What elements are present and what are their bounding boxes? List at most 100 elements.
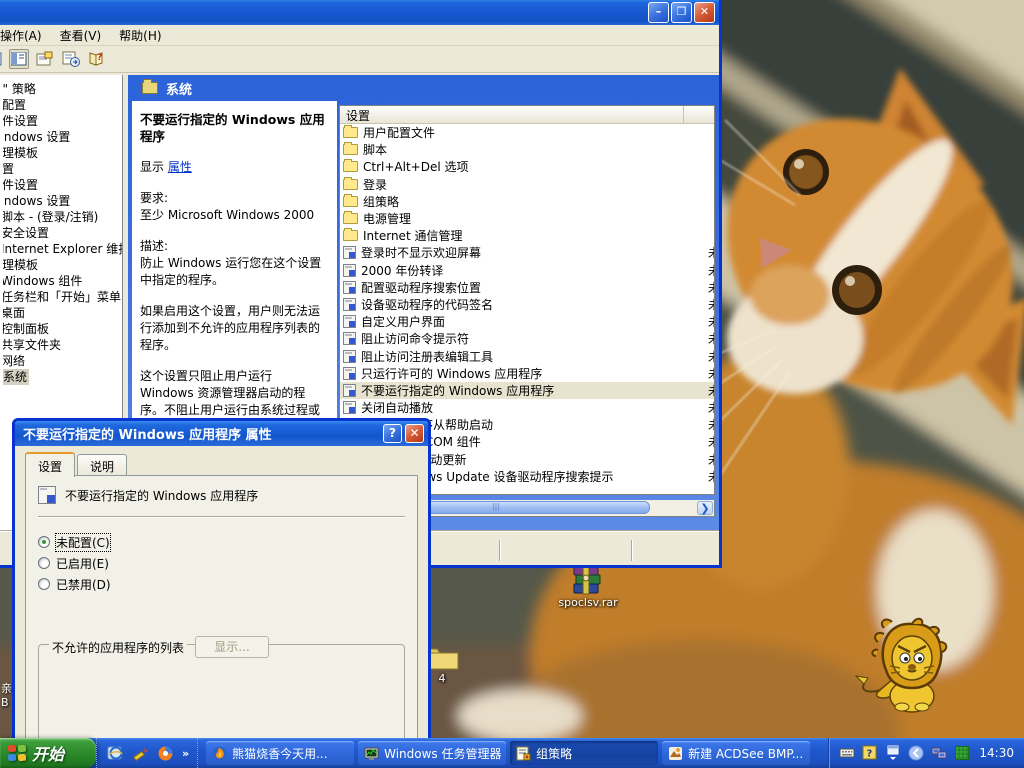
tree-item-system[interactable]: 系统 <box>3 369 122 385</box>
tab-settings[interactable]: 设置 <box>25 452 76 477</box>
task-button-browser[interactable]: 熊猫烧香今天用... <box>206 741 355 765</box>
selected-policy-title: 不要运行指定的 Windows 应用程序 <box>140 112 325 144</box>
tree-item-desktop[interactable]: 桌面 <box>3 305 122 321</box>
tree-item-taskbar-startmenu[interactable]: 任务栏和「开始」菜单 <box>3 289 122 305</box>
help-icon[interactable]: ? <box>87 49 107 69</box>
window-titlebar[interactable]: – ❐ ✕ <box>0 0 719 25</box>
group-policy-icon <box>516 746 531 760</box>
desktop-icon-spoclsv-rar[interactable]: spoclsv.rar <box>548 562 628 609</box>
folder-icon <box>343 125 358 139</box>
list-item[interactable]: 组策略 <box>340 193 714 210</box>
tree-item-ie-maintenance[interactable]: Internet Explorer 维护 <box>3 241 122 257</box>
task-button-task-manager[interactable]: Windows 任务管理器 <box>358 741 507 765</box>
properties-link[interactable]: 属性 <box>168 160 192 174</box>
list-item[interactable]: Internet 通信管理 <box>340 227 714 244</box>
green-app-tray-icon[interactable] <box>954 745 970 761</box>
column-header-setting[interactable]: 设置 <box>340 106 684 123</box>
list-item[interactable]: 设备驱动程序的代码签名未配置 <box>340 296 714 313</box>
dialog-close-button[interactable]: ✕ <box>405 424 424 443</box>
show-console-tree-icon[interactable] <box>9 49 29 69</box>
tree-item-computer-config[interactable]: 计算机配置 <box>3 97 122 113</box>
menu-action[interactable]: 操作(A) <box>0 25 51 46</box>
list-item[interactable]: 登录 <box>340 176 714 193</box>
radio-icon[interactable] <box>38 557 50 569</box>
brush-tool-icon[interactable] <box>132 745 149 762</box>
acdsee-icon <box>669 746 683 760</box>
requirements-label: 要求: <box>140 191 169 205</box>
task-button-acdsee-bmp[interactable]: 新建 ACDSee BMP... <box>662 741 811 765</box>
tree-item-user-config[interactable]: 用户配置 <box>3 161 122 177</box>
tree-item-admin-templates[interactable]: 管理模板 <box>3 145 122 161</box>
list-item[interactable]: 自定义用户界面未配置 <box>340 313 714 330</box>
description-paragraph: 如果启用这个设置，用户则无法运行添加到不允许的应用程序列表的程序。 <box>140 304 321 352</box>
policy-icon <box>343 383 356 397</box>
list-item[interactable]: 用户配置文件 <box>340 124 714 141</box>
list-item[interactable]: 阻止访问注册表编辑工具未配置 <box>340 347 714 364</box>
hide-inactive-icons-chevron[interactable] <box>908 745 924 761</box>
media-player-icon[interactable] <box>157 745 174 762</box>
policy-icon <box>343 401 356 415</box>
description-label: 描述: <box>140 239 169 253</box>
scroll-right-arrow[interactable]: ❯ <box>697 501 713 515</box>
tree-item-local-policy[interactable]: "本地计算机" 策略 <box>3 81 122 97</box>
list-item[interactable]: Ctrl+Alt+Del 选项 <box>340 158 714 175</box>
close-button[interactable]: ✕ <box>694 2 715 23</box>
toolbar: ? <box>0 46 719 73</box>
menu-help[interactable]: 帮助(H) <box>110 25 170 46</box>
policy-icon <box>343 349 356 363</box>
policy-icon <box>343 297 356 311</box>
radio-enabled[interactable]: 已启用(E) <box>38 553 405 573</box>
tree-item-scripts[interactable]: 脚本 - (登录/注销) <box>3 209 122 225</box>
tree-item-windows-components[interactable]: Windows 组件 <box>3 273 122 289</box>
tree-item-software-settings[interactable]: 软件设置 <box>3 113 122 129</box>
radio-not-configured[interactable]: 未配置(C) <box>38 532 405 552</box>
language-help-icon[interactable]: ? <box>862 745 878 761</box>
list-item[interactable]: 2000 年份转译未配置 <box>340 262 714 279</box>
start-button[interactable]: 开始 <box>0 738 96 768</box>
folder-icon <box>343 176 358 190</box>
list-item[interactable]: 登录时不显示欢迎屏幕未配置 <box>340 244 714 261</box>
dialog-help-button[interactable]: ? <box>383 424 402 443</box>
tree-item-security-settings[interactable]: 安全设置 <box>3 225 122 241</box>
list-item[interactable]: 配置驱动程序搜索位置未配置 <box>340 279 714 296</box>
task-button-group-policy[interactable]: 组策略 <box>510 741 659 765</box>
list-item[interactable]: 电源管理 <box>340 210 714 227</box>
menu-bar: 操作(A) 查看(V) 帮助(H) <box>0 25 719 46</box>
list-item[interactable]: 关闭自动播放未配置 <box>340 399 714 416</box>
dialog-titlebar[interactable]: 不要运行指定的 Windows 应用程序 属性 ? ✕ <box>15 421 428 446</box>
list-item[interactable]: 脚本 <box>340 141 714 158</box>
dialog-policy-label: 不要运行指定的 Windows 应用程序 <box>65 488 259 503</box>
requirements-value: 至少 Microsoft Windows 2000 <box>140 208 315 222</box>
folder-icon <box>343 228 358 242</box>
list-item-selected[interactable]: 不要运行指定的 Windows 应用程序未配置 <box>340 381 714 399</box>
tree-item-software-settings[interactable]: 软件设置 <box>3 177 122 193</box>
display-label: 显示 <box>140 160 165 174</box>
svg-text:?: ? <box>867 749 873 760</box>
menu-view[interactable]: 查看(V) <box>51 25 111 46</box>
tree-item-windows-settings[interactable]: Windows 设置 <box>3 193 122 209</box>
radio-icon[interactable] <box>38 578 50 590</box>
properties-icon[interactable] <box>35 49 55 69</box>
radio-icon[interactable] <box>38 536 50 548</box>
tray-clock[interactable]: 14:30 <box>977 746 1014 760</box>
list-item[interactable]: 只运行许可的 Windows 应用程序未配置 <box>340 365 714 382</box>
tree-item-shared-folders[interactable]: 共享文件夹 <box>3 337 122 353</box>
list-item[interactable]: 阻止访问命令提示符未配置 <box>340 330 714 347</box>
network-status-icon[interactable] <box>931 745 947 761</box>
quick-launch-overflow-chevron[interactable]: » <box>182 747 189 760</box>
tree-item-windows-settings[interactable]: Windows 设置 <box>3 129 122 145</box>
minimize-button[interactable]: – <box>648 2 669 23</box>
internet-explorer-icon[interactable] <box>107 745 124 762</box>
back-icon[interactable] <box>0 49 3 69</box>
browser-flame-icon <box>212 746 227 760</box>
maximize-button[interactable]: ❐ <box>671 2 692 23</box>
keyboard-input-icon[interactable] <box>839 745 855 761</box>
tree-item-network[interactable]: 网络 <box>3 353 122 369</box>
language-bar-restore-icon[interactable] <box>885 745 901 761</box>
export-list-icon[interactable] <box>61 49 81 69</box>
tree-item-admin-templates[interactable]: 管理模板 <box>3 257 122 273</box>
radio-disabled[interactable]: 已禁用(D) <box>38 574 405 594</box>
column-header-status[interactable] <box>684 106 714 123</box>
tree-item-control-panel[interactable]: 控制面板 <box>3 321 122 337</box>
rising-lion-mascot[interactable] <box>850 608 950 723</box>
